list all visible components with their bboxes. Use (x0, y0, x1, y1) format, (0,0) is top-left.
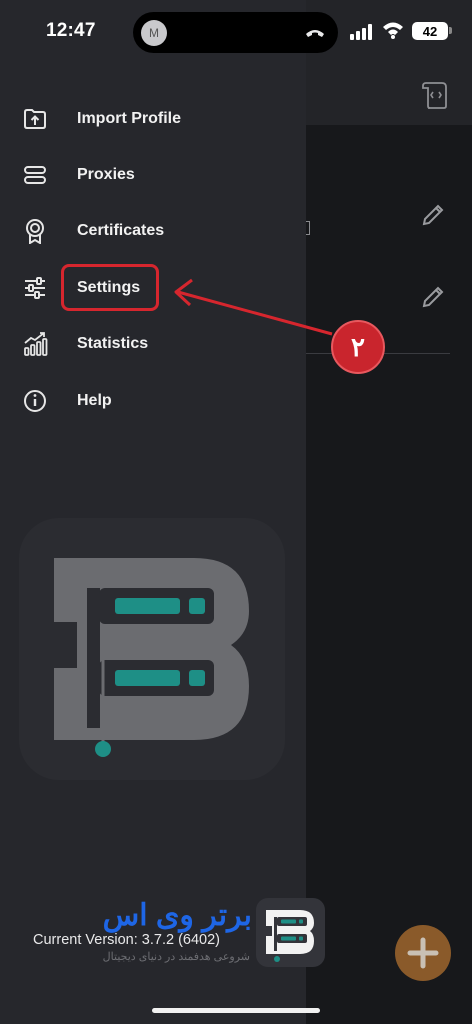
menu-item-label: Help (77, 392, 112, 409)
menu-item-label: Statistics (77, 335, 149, 352)
proxies-icon (24, 166, 46, 184)
menu-item-statistics[interactable]: Statistics (0, 322, 306, 366)
watermark-logo (256, 898, 325, 967)
info-icon (24, 390, 46, 412)
menu-item-import-profile[interactable]: Import Profile (0, 97, 306, 141)
menu-item-label: Import Profile (77, 110, 182, 127)
home-indicator[interactable] (152, 1008, 320, 1013)
app-version: Current Version: 3.7.2 (6402) (33, 932, 220, 948)
battery-tip (449, 27, 452, 34)
logo-mark (54, 558, 249, 757)
add-button[interactable] (395, 925, 451, 981)
watermark-brand: برتر وی اس (102, 899, 252, 932)
cellular-signal-icon (350, 24, 372, 40)
certificate-icon (26, 219, 44, 244)
watermark-logo-mark (266, 910, 314, 962)
battery-indicator: 42 (412, 22, 448, 40)
menu-item-label: Proxies (77, 166, 135, 183)
settings-highlight-box (61, 264, 159, 311)
phone-call-icon (306, 30, 324, 37)
plus-icon (407, 937, 439, 969)
edit-pencil-icon[interactable] (419, 201, 447, 229)
status-time: 12:47 (46, 20, 96, 41)
background-app (306, 0, 472, 1024)
edit-pencil-icon[interactable] (419, 283, 447, 311)
import-profile-icon (24, 109, 46, 129)
wifi-icon (383, 22, 403, 39)
caller-avatar: M (141, 20, 167, 46)
dynamic-island[interactable]: M (133, 12, 338, 53)
menu-item-certificates[interactable]: Certificates (0, 209, 306, 253)
menu-item-label: Certificates (77, 222, 165, 239)
menu-item-proxies[interactable]: Proxies (0, 153, 306, 197)
statistics-icon (24, 332, 48, 356)
settings-sliders-icon (25, 277, 45, 299)
config-file-icon[interactable] (420, 80, 450, 110)
app-logo (19, 518, 285, 780)
watermark-tagline: شروعی هدفمند در دنیای دیجیتال (102, 951, 250, 963)
step-number-badge: ۲ (331, 320, 385, 374)
menu-item-help[interactable]: Help (0, 379, 306, 423)
